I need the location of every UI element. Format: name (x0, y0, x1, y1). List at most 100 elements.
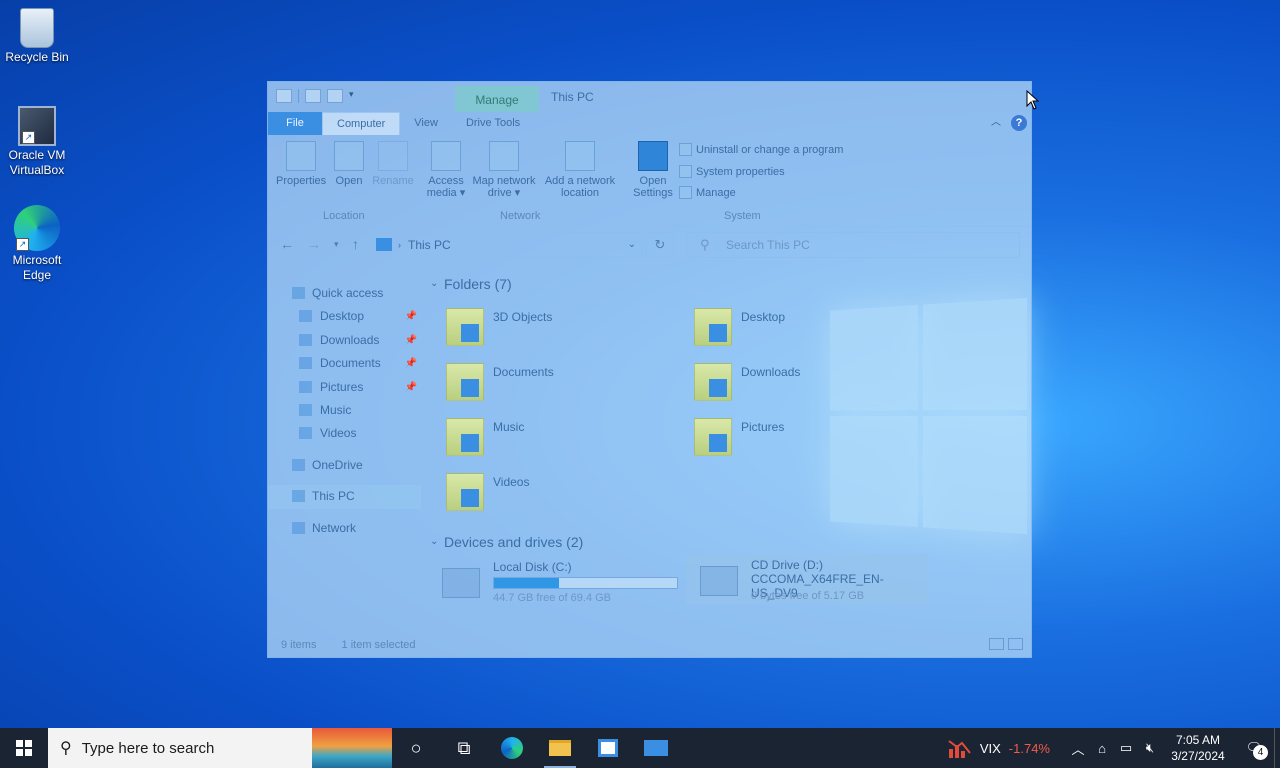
recent-locations-chevron-icon[interactable]: ▾ (334, 239, 339, 250)
add-network-location-button[interactable]: Add a network location (542, 141, 618, 199)
this-pc-icon (376, 238, 392, 251)
clock-time: 7:05 AM (1175, 733, 1221, 747)
folder-desktop[interactable]: Desktop (676, 308, 906, 358)
desktop-icon-recycle-bin[interactable]: Recycle Bin (1, 8, 73, 65)
breadcrumb-arrow-icon[interactable]: › (398, 233, 401, 257)
volume-muted-icon[interactable]: 🔇︎ (1138, 740, 1162, 756)
documents-folder-icon (446, 363, 484, 401)
chevron-down-icon[interactable]: ⌄ (430, 272, 438, 296)
taskbar-mail-icon[interactable] (632, 728, 680, 768)
folders-section-header[interactable]: ⌄ Folders (7) (428, 272, 1028, 296)
task-view-icon[interactable]: ⧉ (440, 728, 488, 768)
gear-icon (638, 141, 668, 171)
new-folder-qat-icon[interactable] (327, 89, 343, 103)
vix-label[interactable]: VIX (980, 741, 1001, 756)
folder-3d-objects[interactable]: 3D Objects (428, 308, 658, 358)
access-media-button[interactable]: Access media ▾ (426, 141, 466, 199)
nav-item-onedrive[interactable]: OneDrive (268, 454, 421, 477)
search-input[interactable]: ⚲ Search This PC (687, 232, 1020, 258)
tab-computer[interactable]: Computer (322, 112, 401, 135)
tab-drive-tools[interactable]: Drive Tools (452, 112, 534, 135)
drive-cd-d[interactable]: CD Drive (D:) CCCOMA_X64FRE_EN-US_DV9 0 b… (686, 554, 928, 604)
title-bar[interactable]: ▾ Manage This PC (268, 82, 1031, 112)
desktop-icon-virtualbox[interactable]: ↗ Oracle VM VirtualBox (1, 106, 73, 178)
folder-downloads[interactable]: Downloads (676, 363, 906, 413)
nav-item-downloads[interactable]: Downloads 📌 (268, 329, 421, 352)
shortcut-arrow-icon: ↗ (22, 131, 35, 144)
chevron-up-icon[interactable]: ︿ (1066, 739, 1090, 758)
nav-item-this-pc[interactable]: This PC (268, 485, 421, 509)
network-icon (292, 521, 305, 534)
folder-music[interactable]: Music (428, 418, 658, 468)
taskbar: ⚲ Type here to search ○ ⧉ VIX -1.74% ︿ ⌂… (0, 728, 1280, 768)
pin-icon: 📌 (404, 334, 417, 346)
file-explorer-window[interactable]: ▾ Manage This PC File Computer View Driv… (267, 81, 1032, 658)
cortana-icon[interactable]: ○ (392, 728, 440, 768)
network-icon[interactable]: ▭ (1114, 740, 1138, 756)
taskbar-search-input[interactable]: ⚲ Type here to search (48, 728, 312, 768)
stock-chart-icon[interactable] (948, 737, 972, 759)
map-network-drive-button[interactable]: Map network drive ▾ (470, 141, 538, 199)
taskbar-file-explorer-icon[interactable] (536, 728, 584, 768)
system-properties-command[interactable]: System properties (679, 165, 785, 178)
taskbar-store-icon[interactable] (584, 728, 632, 768)
drives-section-header[interactable]: ⌄ Devices and drives (2) (428, 530, 1028, 554)
recycle-bin-icon (20, 8, 54, 48)
shortcut-arrow-icon: ↗ (16, 238, 29, 251)
up-arrow-icon[interactable]: ↑ (352, 236, 359, 252)
clock[interactable]: 7:05 AM 3/27/2024 (1162, 732, 1234, 764)
add-network-location-icon (565, 141, 595, 171)
open-settings-button[interactable]: Open Settings (631, 141, 675, 199)
nav-item-music[interactable]: Music (268, 399, 421, 422)
minimize-ribbon-button[interactable]: ︿ (987, 114, 1005, 132)
start-button[interactable] (0, 728, 48, 768)
nav-item-documents[interactable]: Documents 📌 (268, 352, 421, 375)
customize-qat-icon[interactable]: ▾ (349, 89, 357, 103)
address-bar-row: ← → ▾ ↑ › This PC ⌄ ↻ ⚲ Search This PC (268, 232, 1031, 258)
downloads-folder-icon (299, 333, 312, 346)
tab-file[interactable]: File (268, 112, 322, 135)
nav-item-network[interactable]: Network (268, 517, 421, 540)
properties-button[interactable]: Properties (276, 141, 326, 187)
clock-date: 3/27/2024 (1171, 749, 1225, 763)
address-input[interactable]: › This PC ⌄ (371, 232, 643, 258)
refresh-button[interactable]: ↻ (646, 232, 674, 258)
breadcrumb[interactable]: This PC (408, 238, 451, 252)
vix-change[interactable]: -1.74% (1009, 741, 1050, 756)
desktop-icon-edge[interactable]: ↗ Microsoft Edge (1, 205, 73, 283)
uninstall-program-command[interactable]: Uninstall or change a program (679, 143, 843, 156)
search-highlight-image[interactable] (312, 728, 392, 768)
taskbar-edge-icon[interactable] (488, 728, 536, 768)
item-count: 9 items (281, 639, 317, 651)
search-icon: ⚲ (60, 740, 72, 757)
notification-center-button[interactable]: 🗨︎ 4 (1234, 740, 1274, 760)
desktop-folder-icon (299, 310, 312, 323)
drive-usage-bar (493, 577, 678, 589)
forward-arrow-icon[interactable]: → (307, 236, 321, 252)
nav-item-pictures[interactable]: Pictures 📌 (268, 376, 421, 399)
large-icons-view-icon[interactable] (1008, 638, 1023, 650)
nav-item-desktop[interactable]: Desktop 📌 (268, 305, 421, 328)
properties-qat-icon[interactable] (305, 89, 321, 103)
meet-now-icon[interactable]: ⌂ (1090, 741, 1114, 756)
details-view-icon[interactable] (989, 638, 1004, 650)
folder-documents[interactable]: Documents (428, 363, 658, 413)
tab-manage[interactable]: Manage (455, 86, 539, 112)
show-desktop-button[interactable] (1274, 728, 1280, 768)
rename-button[interactable]: Rename (371, 141, 415, 187)
drive-local-disk-c[interactable]: Local Disk (C:) 44.7 GB free of 69.4 GB (428, 556, 678, 606)
open-button[interactable]: Open (331, 141, 367, 187)
nav-item-videos[interactable]: Videos (268, 422, 421, 445)
back-arrow-icon[interactable]: ← (280, 236, 294, 252)
manage-command[interactable]: Manage (679, 186, 736, 199)
help-icon[interactable]: ? (1011, 115, 1027, 131)
desktop-icon-label: Microsoft Edge (12, 253, 62, 282)
tab-view[interactable]: View (400, 112, 452, 135)
nav-item-quick-access[interactable]: Quick access (268, 282, 421, 305)
folder-pictures[interactable]: Pictures (676, 418, 906, 468)
chevron-down-icon[interactable]: ⌄ (628, 233, 636, 257)
folder-videos[interactable]: Videos (428, 473, 658, 523)
chevron-down-icon[interactable]: ⌄ (430, 530, 438, 554)
computer-icon[interactable] (276, 89, 292, 103)
group-label-location: Location (323, 210, 365, 222)
